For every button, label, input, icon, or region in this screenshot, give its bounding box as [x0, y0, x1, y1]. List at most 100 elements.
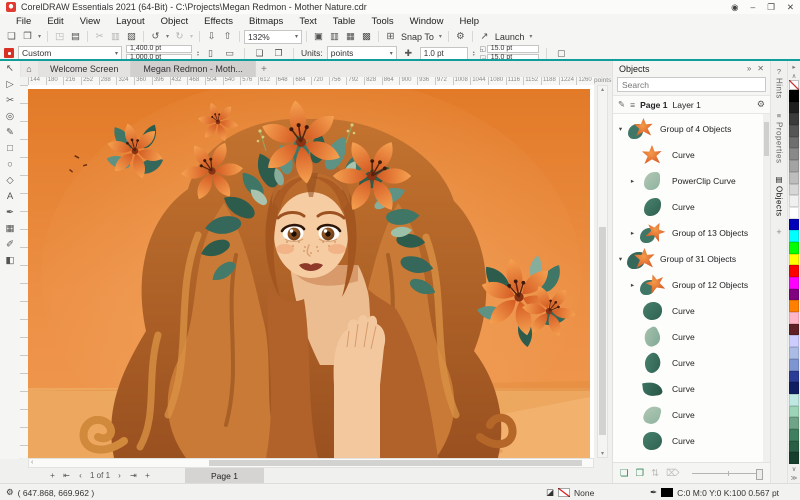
objects-search[interactable] — [617, 77, 766, 92]
new-master-layer-icon[interactable]: ❐ — [636, 468, 645, 479]
copy-icon[interactable]: ▥ — [108, 31, 123, 42]
shape-tool[interactable]: ▷ — [2, 78, 18, 92]
color-swatch[interactable] — [789, 195, 799, 207]
edit-page-icon[interactable]: ✎ — [618, 99, 625, 110]
menu-item[interactable]: Layout — [108, 16, 153, 27]
menu-item[interactable]: Tools — [363, 16, 401, 27]
separator[interactable] — [199, 31, 200, 42]
show-grid-icon[interactable]: ▦ — [343, 31, 358, 42]
expander-icon[interactable]: ▾ — [616, 255, 625, 263]
docker-tab-objects[interactable]: ▤ Objects — [775, 175, 784, 217]
object-row[interactable]: ▸ Group of 13 Objects — [613, 220, 770, 246]
redo-dropdown-icon[interactable]: ▾ — [188, 33, 195, 40]
paste-icon[interactable]: ▧ — [124, 31, 139, 42]
import-icon[interactable]: ⇩ — [204, 31, 219, 42]
open-document-icon[interactable]: ❒ — [20, 31, 35, 42]
expander-icon[interactable]: ▸ — [628, 281, 637, 289]
nudge-stepper[interactable]: ▴▾ — [473, 50, 475, 56]
page-tab[interactable]: Page 1 — [185, 468, 264, 483]
object-row[interactable]: ▸ PowerClip Curve — [613, 168, 770, 194]
pick-tool[interactable]: ↖ — [2, 62, 18, 76]
minimize-button[interactable]: – — [751, 2, 756, 12]
color-swatch[interactable] — [789, 441, 799, 453]
new-layer-icon[interactable]: ❏ — [620, 468, 629, 479]
menu-item[interactable]: Table — [325, 16, 364, 27]
outline-swatch[interactable] — [661, 488, 673, 497]
object-row[interactable]: Curve — [613, 324, 770, 350]
color-swatch[interactable] — [789, 125, 799, 137]
launch-icon[interactable]: ↗ — [477, 31, 492, 42]
all-pages-size-button[interactable]: ❐ — [271, 46, 286, 60]
interactive-fill-tool[interactable]: ◧ — [2, 254, 18, 268]
menu-item[interactable]: Bitmaps — [241, 16, 291, 27]
zoom-tool[interactable]: ◎ — [2, 110, 18, 124]
color-swatch[interactable] — [789, 312, 799, 324]
color-swatch[interactable] — [789, 172, 799, 184]
palette-scroll-down-icon[interactable]: ∨ — [788, 464, 800, 473]
object-row[interactable]: Curve — [613, 142, 770, 168]
separator[interactable] — [239, 31, 240, 42]
menu-item[interactable]: Help — [451, 16, 487, 27]
objects-scrollbar[interactable] — [763, 114, 770, 462]
page-layer-row[interactable]: ✎ ≡ Page 1 Layer 1 ⚙ — [613, 95, 770, 114]
color-swatch[interactable] — [789, 265, 799, 277]
color-swatch[interactable] — [789, 359, 799, 371]
scroll-up-icon[interactable]: ▴ — [601, 86, 604, 93]
open-dropdown-icon[interactable]: ▾ — [36, 33, 43, 40]
ellipse-tool[interactable]: ○ — [2, 158, 18, 172]
menu-item[interactable]: File — [8, 16, 39, 27]
zoom-level-select[interactable]: 132%▾ — [244, 30, 302, 44]
treat-as-filled-button[interactable]: ▢ — [554, 46, 569, 60]
close-button[interactable]: ✕ — [787, 2, 794, 13]
color-swatch[interactable] — [789, 417, 799, 429]
account-icon[interactable]: ◉ — [731, 2, 738, 13]
options-gear-icon[interactable]: ⚙ — [453, 31, 468, 42]
launch-dropdown-icon[interactable]: ▾ — [527, 33, 534, 40]
color-swatch[interactable] — [789, 230, 799, 242]
color-swatch[interactable] — [789, 324, 799, 336]
new-tab-button[interactable]: + — [256, 61, 272, 77]
size-stepper[interactable]: ▴▾ — [197, 50, 199, 56]
object-row[interactable]: Curve — [613, 428, 770, 454]
color-swatch[interactable] — [789, 160, 799, 172]
separator[interactable] — [47, 31, 48, 42]
snap-to-button[interactable]: Snap To — [399, 32, 436, 42]
landscape-button[interactable]: ▭ — [222, 46, 237, 60]
move-to-layer-icon[interactable]: ⇅ — [651, 468, 659, 479]
print-icon[interactable]: ▤ — [68, 31, 83, 42]
layer-settings-gear-icon[interactable]: ⚙ — [757, 99, 765, 110]
drawing-canvas[interactable] — [28, 85, 594, 458]
color-swatch[interactable] — [789, 452, 799, 464]
snap-to-dropdown-icon[interactable]: ▾ — [437, 33, 444, 40]
color-swatch[interactable] — [789, 184, 799, 196]
object-row[interactable]: Curve — [613, 298, 770, 324]
scroll-left-icon[interactable]: ‹ — [31, 459, 33, 467]
portrait-button[interactable]: ▯ — [203, 46, 218, 60]
page-width-field[interactable]: 1,400.0 pt — [126, 45, 192, 53]
palette-scroll-up-icon[interactable]: ∧ — [788, 71, 800, 80]
add-page-before-button[interactable]: + — [48, 471, 57, 480]
menu-item[interactable]: Effects — [196, 16, 241, 27]
new-document-icon[interactable]: ❏ — [4, 31, 19, 42]
polygon-tool[interactable]: ◇ — [2, 174, 18, 188]
cut-icon[interactable]: ✂ — [92, 31, 107, 42]
color-swatch[interactable] — [789, 254, 799, 266]
objects-scroll-thumb[interactable] — [764, 122, 769, 156]
menu-item[interactable]: Text — [291, 16, 324, 27]
layer-name[interactable]: Layer 1 — [673, 100, 701, 110]
undo-icon[interactable]: ↺ — [148, 31, 163, 42]
duplicate-x-field[interactable]: 15.0 pt — [487, 45, 539, 53]
freehand-tool[interactable]: ✎ — [2, 126, 18, 140]
menu-item[interactable]: Edit — [39, 16, 71, 27]
object-row[interactable]: Curve — [613, 350, 770, 376]
docker-tab-hints[interactable]: ? Hints — [775, 67, 784, 99]
artistic-media-tool[interactable]: ✒ — [2, 206, 18, 220]
units-select[interactable]: points▾ — [327, 46, 397, 60]
color-swatch[interactable] — [789, 207, 799, 219]
object-row[interactable]: ▾ Group of 4 Objects — [613, 116, 770, 142]
docker-close-icon[interactable]: ✕ — [757, 64, 764, 73]
color-swatch[interactable] — [789, 277, 799, 289]
horizontal-scroll-thumb[interactable] — [209, 460, 581, 466]
first-page-button[interactable]: ⇤ — [62, 471, 71, 480]
page-name[interactable]: Page 1 — [640, 100, 667, 110]
